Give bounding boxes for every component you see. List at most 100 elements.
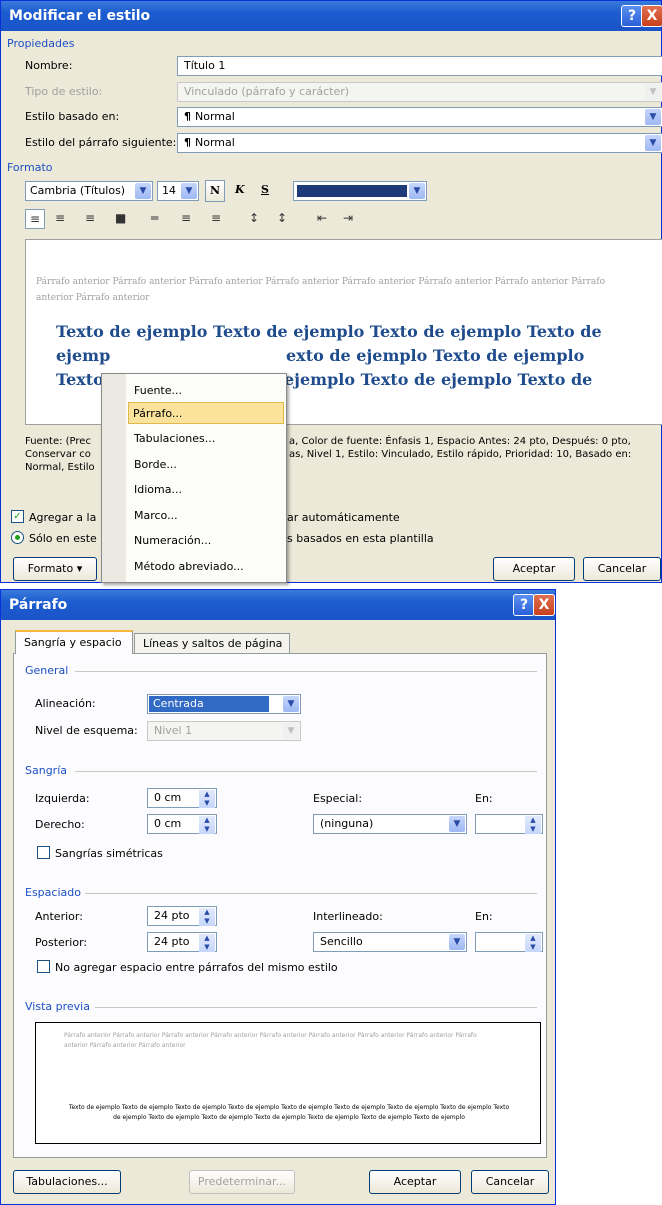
help-button[interactable]: ? (513, 594, 535, 616)
based-on-select[interactable]: ¶ Normal ▼ (177, 107, 662, 127)
help-button[interactable]: ? (621, 5, 643, 27)
name-input[interactable]: Título 1 (177, 56, 662, 76)
menu-item-label: Marco... (134, 509, 178, 522)
menu-item-language[interactable]: Idioma... (104, 477, 284, 501)
menu-item-numbering[interactable]: Numeración... (104, 528, 284, 552)
align-center-icon[interactable]: ≡ (55, 211, 65, 225)
preview-previous-paragraph: Párrafo anterior Párrafo anterior Párraf… (36, 277, 605, 303)
only-this-document-label-b: s basados en esta plantilla (287, 532, 434, 545)
close-button[interactable]: X (641, 5, 662, 27)
tab-indent-spacing[interactable]: Sangría y espacio (15, 630, 133, 654)
single-spacing-icon[interactable]: ═ (151, 211, 158, 225)
spacing-before-spinner[interactable]: 24 pto ▲ ▼ (147, 906, 217, 926)
tab-label: Sangría y espacio (24, 636, 122, 649)
paragraph-mark-icon: ¶ (184, 136, 191, 149)
special-label: Especial: (313, 792, 363, 805)
section-general: General (25, 664, 69, 677)
font-color-swatch (297, 185, 407, 197)
preview-sample-line-3: ejemplo Texto de ejemplo Texto de (284, 370, 593, 389)
underline-button[interactable]: S (261, 183, 269, 196)
menu-item-label: Fuente... (134, 384, 183, 397)
chevron-down-icon[interactable]: ▼ (449, 934, 465, 950)
add-to-gallery-label-b: ar automáticamente (287, 511, 400, 524)
style-type-value: Vinculado (párrafo y carácter) (184, 85, 350, 98)
at-spinner[interactable]: ▲ ▼ (475, 932, 543, 952)
by-label: En: (475, 792, 493, 805)
align-left-icon[interactable]: ≡ (25, 209, 45, 229)
italic-button[interactable]: K (235, 183, 245, 196)
cancel-button[interactable]: Cancelar (471, 1170, 549, 1194)
close-button[interactable]: X (533, 594, 555, 616)
paragraph-mark-icon: ¶ (184, 110, 191, 123)
chevron-down-icon[interactable]: ▼ (181, 183, 197, 199)
decrease-indent-icon[interactable]: ⇤ (317, 211, 327, 225)
menu-item-label: Numeración... (134, 534, 212, 547)
format-button[interactable]: Formato ▾ (13, 557, 97, 581)
tab-line-page-breaks[interactable]: Líneas y saltos de página (134, 633, 290, 654)
style-type-label: Tipo de estilo: (25, 85, 103, 98)
font-color-select[interactable]: ▼ (293, 181, 427, 201)
decrease-spacing-icon[interactable]: ↕ (277, 211, 287, 225)
at-label: En: (475, 910, 493, 923)
bold-button[interactable]: N (205, 180, 225, 202)
only-this-document-label-a: Sólo en este (29, 532, 97, 545)
cancel-button[interactable]: Cancelar (583, 557, 661, 581)
paragraph-dialog: Párrafo ? X Sangría y espacio Líneas y s… (0, 589, 556, 1205)
description-line-2b: as, Nivel 1, Estilo: Vinculado, Estilo r… (289, 449, 632, 460)
preview-sample-line-1: Texto de ejemplo Texto de ejemplo Texto … (56, 322, 602, 341)
no-space-same-style-checkbox[interactable] (37, 960, 50, 973)
menu-item-paragraph[interactable]: Párrafo... (128, 402, 284, 424)
dialog-title-bar: Modificar el estilo (1, 1, 661, 31)
spinner-arrows-icon[interactable]: ▲ ▼ (199, 934, 215, 952)
menu-item-shortcut[interactable]: Método abreviado... (104, 554, 284, 578)
tabs-button[interactable]: Tabulaciones... (13, 1170, 121, 1194)
chevron-down-icon[interactable]: ▼ (409, 183, 425, 199)
add-to-gallery-checkbox[interactable]: ✓ (11, 510, 24, 523)
next-style-select[interactable]: ¶ Normal ▼ (177, 133, 662, 153)
left-indent-value: 0 cm (154, 791, 182, 804)
font-select[interactable]: Cambria (Títulos) ▼ (25, 181, 153, 201)
left-indent-spinner[interactable]: 0 cm ▲ ▼ (147, 788, 217, 808)
based-on-label: Estilo basado en: (25, 110, 120, 123)
increase-indent-icon[interactable]: ⇥ (343, 211, 353, 225)
chevron-down-icon[interactable]: ▼ (645, 109, 661, 125)
line-spacing-select[interactable]: Sencillo ▼ (313, 932, 467, 952)
chevron-down-icon[interactable]: ▼ (135, 183, 151, 199)
spinner-arrows-icon[interactable]: ▲ ▼ (525, 934, 541, 952)
ok-button[interactable]: Aceptar (369, 1170, 461, 1194)
menu-item-border[interactable]: Borde... (104, 452, 284, 476)
right-indent-spinner[interactable]: 0 cm ▲ ▼ (147, 814, 217, 834)
menu-item-label: Idioma... (134, 483, 182, 496)
by-spinner[interactable]: ▲ ▼ (475, 814, 543, 834)
tab-label: Líneas y saltos de página (143, 637, 283, 650)
spacing-after-value: 24 pto (154, 935, 190, 948)
align-right-icon[interactable]: ≡ (85, 211, 95, 225)
spinner-arrows-icon[interactable]: ▲ ▼ (199, 816, 215, 834)
chevron-down-icon[interactable]: ▼ (449, 816, 465, 832)
menu-item-font[interactable]: Fuente... (104, 378, 284, 402)
one-half-spacing-icon[interactable]: ≡ (181, 211, 191, 225)
spinner-arrows-icon[interactable]: ▲ ▼ (199, 790, 215, 808)
size-select[interactable]: 14 ▼ (157, 181, 199, 201)
ok-button[interactable]: Aceptar (493, 557, 575, 581)
double-spacing-icon[interactable]: ≡ (211, 211, 221, 225)
chevron-down-icon[interactable]: ▼ (645, 135, 661, 151)
spacing-after-spinner[interactable]: 24 pto ▲ ▼ (147, 932, 217, 952)
right-indent-label: Derecho: (35, 818, 85, 831)
menu-item-frame[interactable]: Marco... (104, 503, 284, 527)
chevron-down-icon[interactable]: ▼ (283, 696, 299, 712)
menu-item-label: Método abreviado... (134, 560, 244, 573)
mirror-indents-checkbox[interactable] (37, 846, 50, 859)
spinner-arrows-icon[interactable]: ▲ ▼ (525, 816, 541, 834)
increase-spacing-icon[interactable]: ↕ (249, 211, 259, 225)
paragraph-toolbar: ≡ ≡ ≡ ■ ═ ≡ ≡ ↕ ↕ ⇤ ⇥ (25, 209, 465, 231)
alignment-label: Alineación: (35, 697, 96, 710)
justify-icon[interactable]: ■ (115, 211, 126, 225)
special-select[interactable]: (ninguna) ▼ (313, 814, 467, 834)
spinner-arrows-icon[interactable]: ▲ ▼ (199, 908, 215, 926)
only-this-document-radio[interactable] (11, 531, 24, 544)
alignment-select[interactable]: Centrada ▼ (147, 694, 301, 714)
menu-item-tabs[interactable]: Tabulaciones... (104, 426, 284, 450)
dialog-title-bar: Párrafo (1, 590, 555, 620)
special-value: (ninguna) (320, 817, 374, 830)
